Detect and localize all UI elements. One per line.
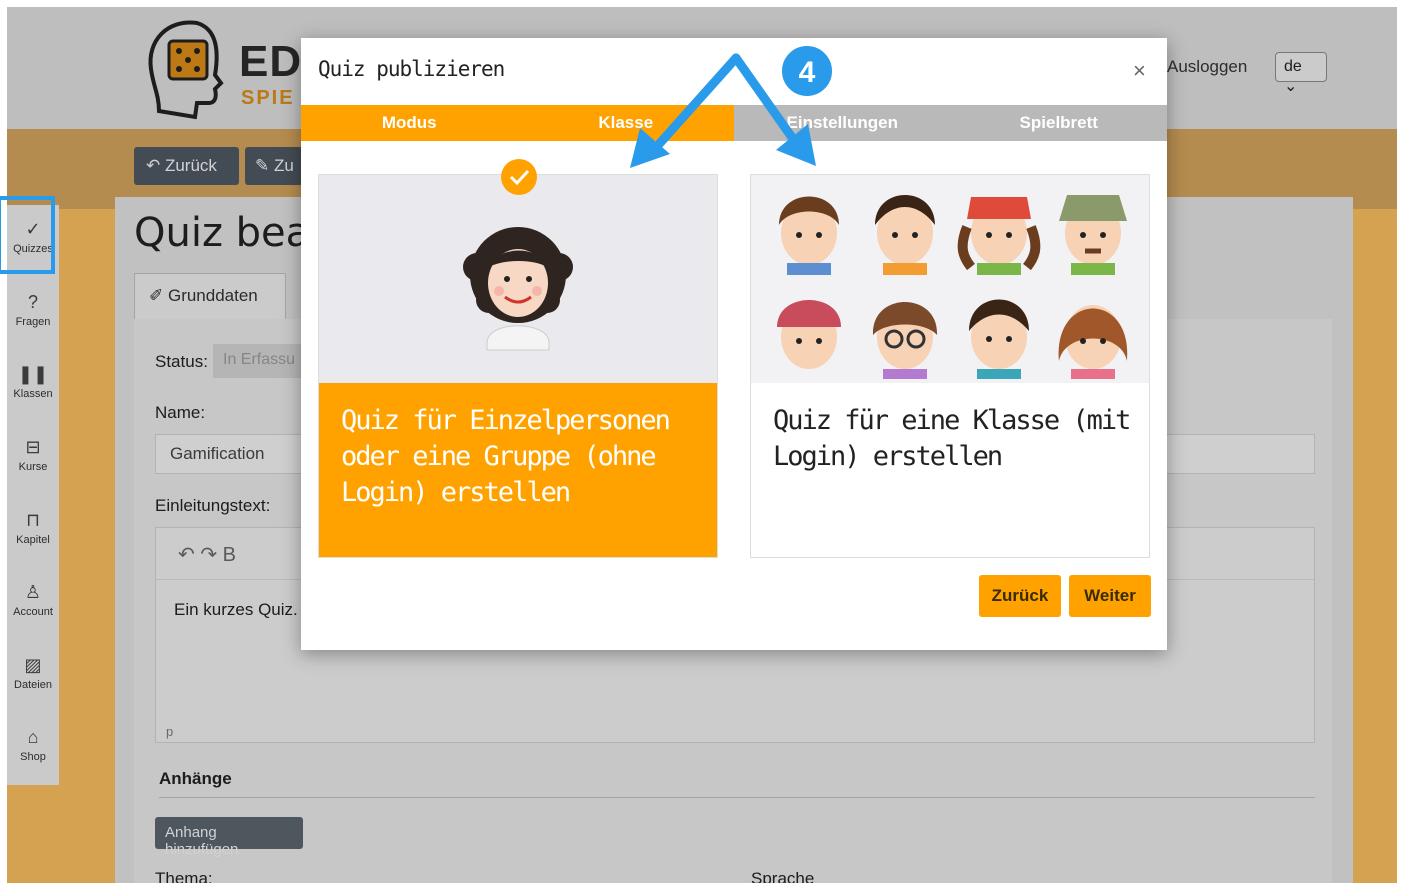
frame-border [0, 0, 1401, 7]
step-number-badge: 4 [780, 44, 834, 98]
modal-title: Quiz publizieren [318, 57, 505, 81]
group-avatars-icon [751, 175, 1149, 383]
close-icon[interactable]: × [1133, 58, 1146, 84]
step-spielbrett[interactable]: Spielbrett [950, 105, 1167, 141]
quizzes-highlight-box [0, 196, 55, 274]
wizard-steps: Modus Klasse Einstellungen Spielbrett [301, 105, 1167, 141]
option-class-card[interactable]: Quiz für eine Klasse (mit Login) erstell… [750, 174, 1150, 558]
back-step-button[interactable]: Zurück [979, 575, 1061, 617]
option-class-body: Quiz für eine Klasse (mit Login) erstell… [751, 383, 1149, 557]
publish-quiz-modal: Quiz publizieren × Modus Klasse Einstell… [301, 38, 1167, 650]
step-einstellungen[interactable]: Einstellungen [734, 105, 951, 141]
frame-border [0, 0, 7, 883]
frame-border [1397, 0, 1401, 883]
option-individual-body: Quiz für Einzelpersonen oder eine Gruppe… [319, 383, 717, 557]
step-klasse[interactable]: Klasse [517, 105, 734, 141]
class-illustration [751, 175, 1149, 383]
option-individual-card[interactable]: Quiz für Einzelpersonen oder eine Gruppe… [318, 159, 718, 558]
step-modus[interactable]: Modus [301, 105, 518, 141]
selected-check-icon [501, 159, 537, 195]
girl-avatar-icon [319, 175, 717, 383]
option-class-label: Quiz für eine Klasse (mit Login) erstell… [773, 405, 1131, 472]
individual-illustration [319, 175, 717, 383]
next-step-button[interactable]: Weiter [1069, 575, 1151, 617]
option-individual-label: Quiz für Einzelpersonen oder eine Gruppe… [341, 405, 671, 508]
